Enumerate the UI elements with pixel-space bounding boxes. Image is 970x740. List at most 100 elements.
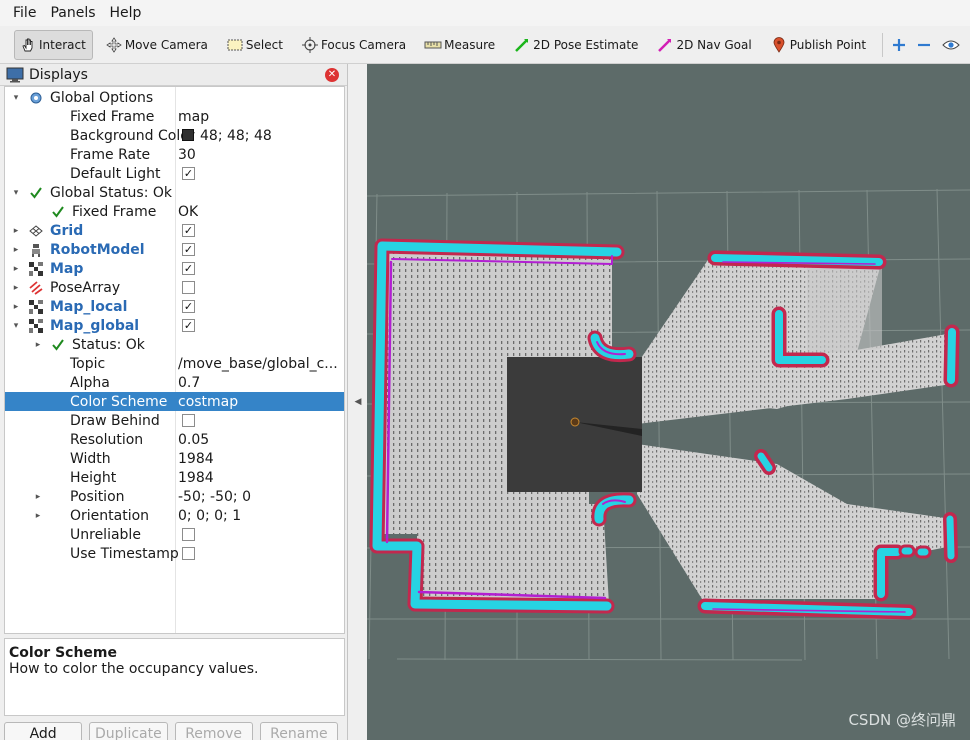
plus-icon[interactable] [891, 34, 907, 56]
tree-row-value[interactable]: 48; 48; 48 [182, 128, 272, 144]
tree-row-value[interactable]: costmap [178, 394, 238, 410]
focus-camera-icon [301, 36, 319, 54]
tree-row-label: Fixed Frame [72, 203, 157, 220]
remove-button[interactable]: Remove [174, 722, 253, 740]
tree-row-label: Map_local [50, 298, 128, 315]
tree-row[interactable]: ▾ Map_global ✓ [5, 316, 344, 335]
rviz-window: File Panels Help Interact Move Camera Se… [0, 0, 970, 740]
ruler-icon [424, 36, 442, 54]
rename-button[interactable]: Rename [259, 722, 338, 740]
close-icon[interactable]: ✕ [325, 68, 339, 82]
tree-row-value[interactable]: 0.05 [178, 432, 209, 448]
tree-row[interactable]: ▸ Status: Ok [5, 335, 344, 354]
visibility-checkbox[interactable]: ✓ [182, 300, 195, 313]
chevron-down-icon[interactable]: ▾ [10, 188, 22, 198]
description-text: How to color the occupancy values. [9, 661, 259, 677]
interact-tool-button[interactable]: Interact [14, 29, 93, 60]
pose-estimate-icon [513, 36, 531, 54]
tree-row-label: Frame Rate [70, 146, 151, 163]
tree-row-value[interactable]: 30 [178, 147, 196, 163]
tree-row-value[interactable]: -50; -50; 0 [178, 489, 251, 505]
displays-tree: ▾ Global Options Fixed Frame map Background … [4, 86, 345, 634]
tree-row[interactable]: ▸ Orientation 0; 0; 0; 1 [5, 506, 344, 525]
tree-row[interactable]: Width 1984 [5, 449, 344, 468]
tree-row[interactable]: Unreliable [5, 525, 344, 544]
chevron-right-icon[interactable]: ▸ [10, 226, 22, 236]
tree-row-value[interactable]: 1984 [178, 470, 214, 486]
tree-row[interactable]: Draw Behind [5, 411, 344, 430]
visibility-checkbox[interactable] [182, 281, 195, 294]
tree-row[interactable]: ▾ Global Status: Ok [5, 183, 344, 202]
tree-row[interactable]: Resolution 0.05 [5, 430, 344, 449]
tree-row-label: Color Scheme [70, 393, 168, 410]
move-camera-tool-button[interactable]: Move Camera [101, 30, 214, 60]
tree-row-label: Orientation [70, 507, 150, 524]
tree-row[interactable]: ▸ Map ✓ [5, 259, 344, 278]
visibility-checkbox[interactable]: ✓ [182, 167, 195, 180]
chevron-down-icon[interactable]: ▾ [10, 321, 22, 331]
chevron-right-icon[interactable]: ▸ [10, 264, 22, 274]
eye-icon[interactable] [942, 34, 960, 56]
chevron-right-icon[interactable]: ▸ [32, 340, 44, 350]
move-camera-label: Move Camera [124, 37, 208, 52]
tree-row-label: Map_global [50, 317, 140, 334]
add-button[interactable]: Add [4, 722, 83, 740]
tree-row[interactable]: ▾ Global Options [5, 88, 344, 107]
color-swatch[interactable] [182, 128, 194, 141]
tree-row[interactable]: ▸ Grid ✓ [5, 221, 344, 240]
tree-row-value[interactable]: 1984 [178, 451, 214, 467]
tree-row[interactable]: ▸ PoseArray [5, 278, 344, 297]
visibility-checkbox[interactable] [182, 547, 195, 560]
tree-row[interactable]: ▸ RobotModel ✓ [5, 240, 344, 259]
duplicate-button[interactable]: Duplicate [89, 722, 168, 740]
tree-row-value[interactable]: /move_base/global_c... [178, 356, 338, 372]
splitter-handle[interactable] [170, 632, 184, 642]
menu-help[interactable]: Help [103, 0, 149, 26]
tree-row[interactable]: Topic/move_base/global_c... [5, 354, 344, 373]
tree-row[interactable]: ▸ Map_local ✓ [5, 297, 344, 316]
select-icon [226, 36, 244, 54]
nav-goal-tool-button[interactable]: 2D Nav Goal [652, 30, 757, 60]
chevron-right-icon[interactable]: ▸ [32, 511, 44, 521]
tree-row-value[interactable]: 0.7 [178, 375, 200, 391]
tree-row[interactable]: Background Color 48; 48; 48 [5, 126, 344, 145]
select-tool-button[interactable]: Select [222, 30, 289, 60]
tree-row[interactable]: Color Scheme costmap [5, 392, 344, 411]
visibility-checkbox[interactable]: ✓ [182, 243, 195, 256]
pose-estimate-tool-button[interactable]: 2D Pose Estimate [509, 30, 644, 60]
grid-icon [28, 223, 44, 239]
tree-row[interactable]: Alpha 0.7 [5, 373, 344, 392]
visibility-checkbox[interactable]: ✓ [182, 319, 195, 332]
chevron-right-icon[interactable]: ▸ [10, 302, 22, 312]
render-viewport[interactable]: CSDN @终问鼎 [367, 64, 970, 740]
tree-row[interactable]: Use Timestamp [5, 544, 344, 563]
tree-row-label: Height [70, 469, 117, 486]
chevron-right-icon[interactable]: ▸ [32, 492, 44, 502]
tree-row[interactable]: Fixed Frame OK [5, 202, 344, 221]
tree-row[interactable]: ▸ Position -50; -50; 0 [5, 487, 344, 506]
visibility-checkbox[interactable]: ✓ [182, 224, 195, 237]
menu-panels[interactable]: Panels [43, 0, 102, 26]
chevron-right-icon[interactable]: ▸ [10, 283, 22, 293]
collapse-panel-handle[interactable]: ◀ [350, 64, 366, 740]
hand-icon [19, 36, 37, 54]
visibility-checkbox[interactable]: ✓ [182, 262, 195, 275]
chevron-right-icon[interactable]: ▸ [10, 245, 22, 255]
tree-row[interactable]: Frame Rate 30 [5, 145, 344, 164]
minus-icon[interactable] [916, 34, 932, 56]
focus-camera-tool-button[interactable]: Focus Camera [297, 30, 412, 60]
tree-row-value[interactable]: OK [178, 204, 198, 220]
tree-row-value[interactable]: 0; 0; 0; 1 [178, 508, 241, 524]
tree-row[interactable]: Fixed Frame map [5, 107, 344, 126]
measure-tool-button[interactable]: Measure [420, 30, 501, 60]
chevron-down-icon[interactable]: ▾ [10, 93, 22, 103]
tree-row[interactable]: Height 1984 [5, 468, 344, 487]
menu-file[interactable]: File [6, 0, 43, 26]
publish-point-tool-button[interactable]: Publish Point [766, 30, 872, 60]
tree-row-value[interactable]: map [178, 109, 209, 125]
visibility-checkbox[interactable] [182, 414, 195, 427]
tree-row[interactable]: Default Light ✓ [5, 164, 344, 183]
displays-panel-header: Displays ✕ [0, 64, 347, 86]
scene-canvas [367, 188, 970, 661]
visibility-checkbox[interactable] [182, 528, 195, 541]
